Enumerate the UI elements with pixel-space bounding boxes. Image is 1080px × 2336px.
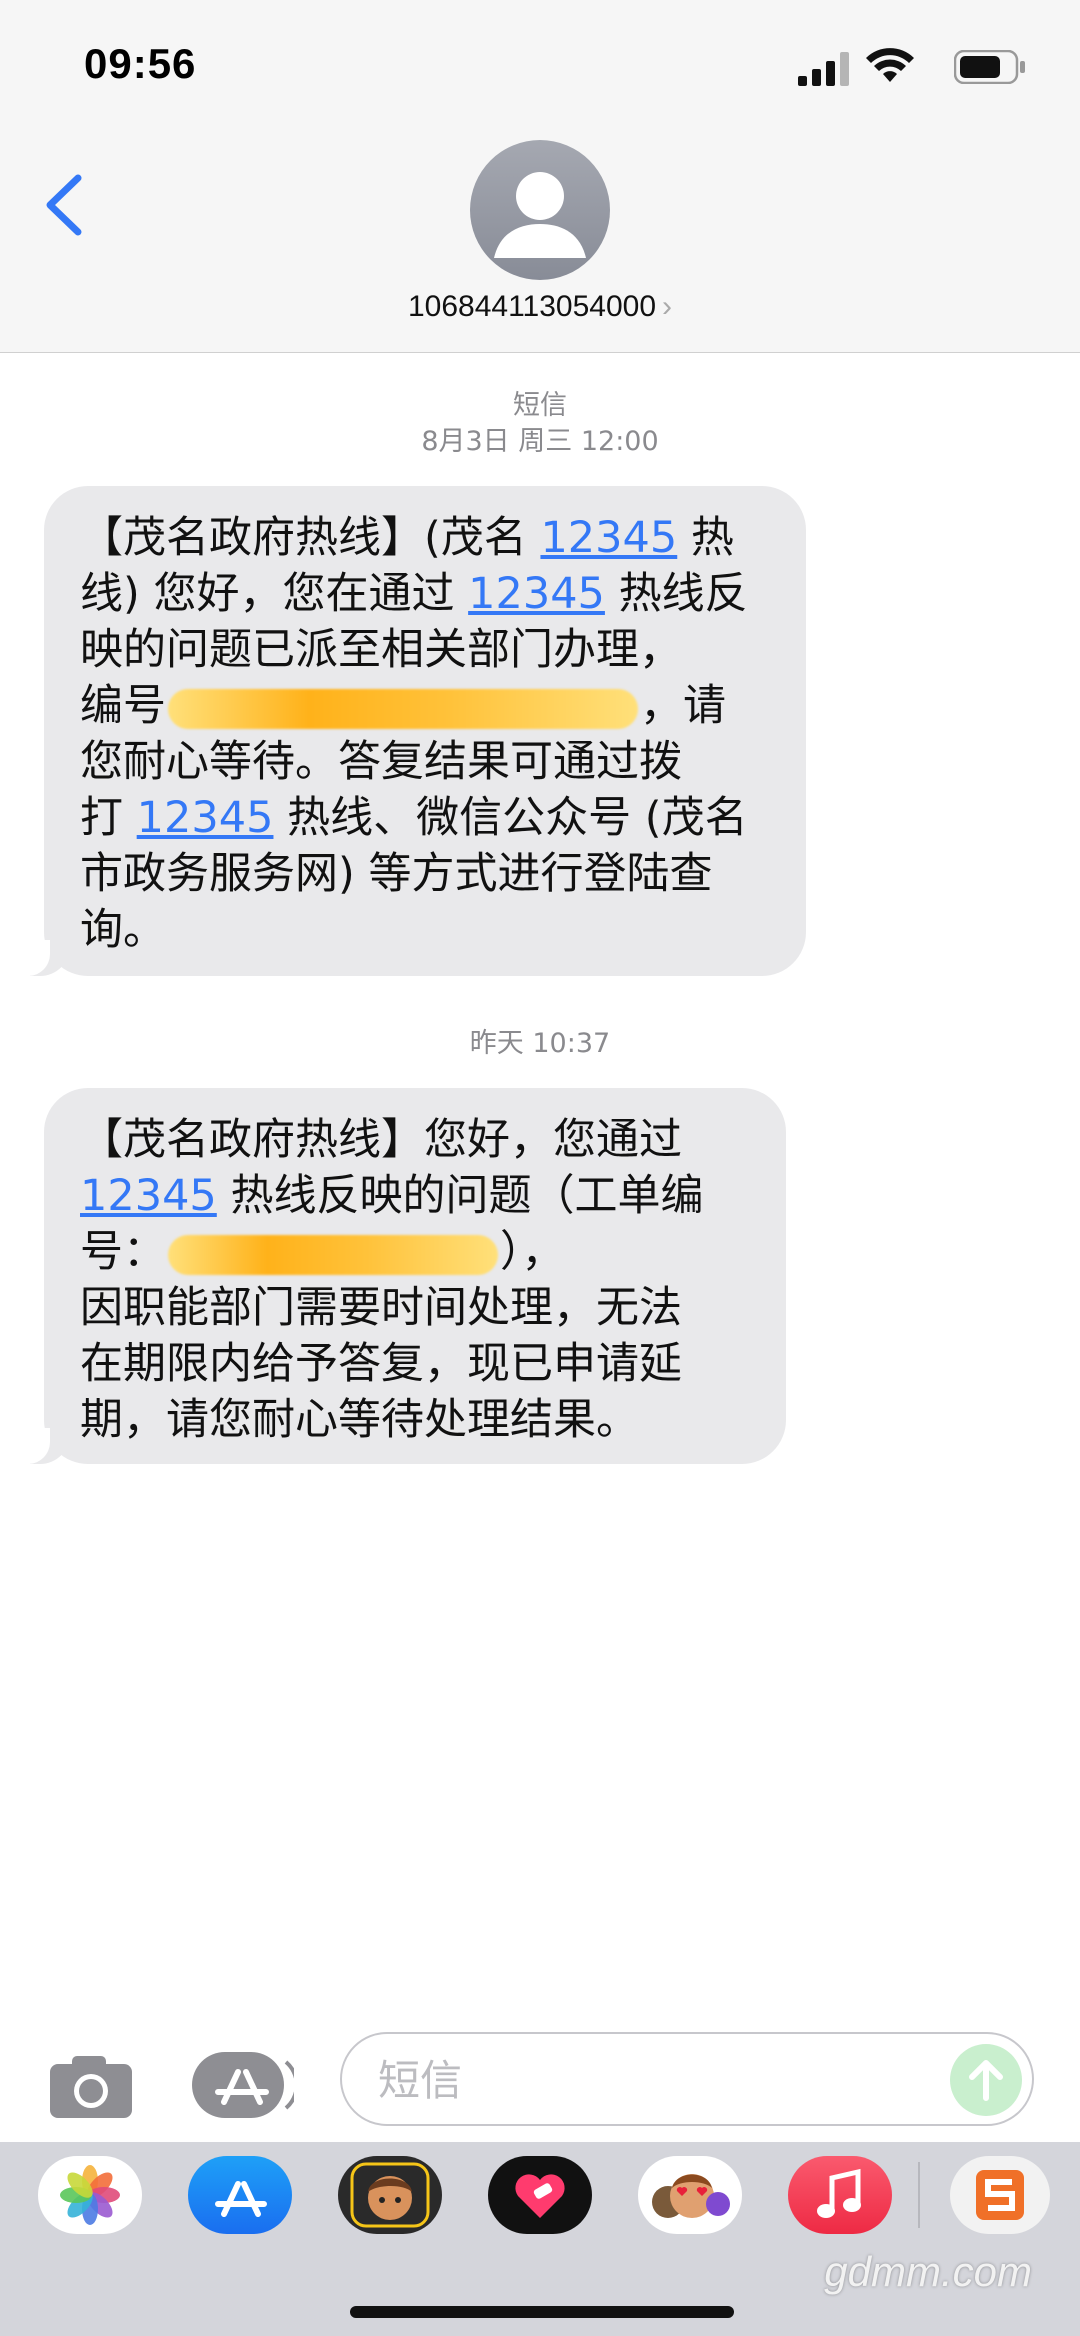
photos-app-icon[interactable]: [38, 2156, 142, 2234]
timestamp: 8月3日 周三 12:00: [421, 426, 659, 457]
redacted-number: [168, 688, 638, 729]
message-text: 在期限内给予答复，现已申请延: [80, 1339, 682, 1389]
message-line: 打 12345 热线、微信公众号 (茂名: [80, 790, 770, 846]
message-text: ），: [500, 1227, 565, 1277]
message-line: 询。: [80, 902, 770, 958]
message-text: ，请: [640, 681, 726, 731]
message-line: 【茂名政府热线】您好，您通过: [80, 1112, 750, 1168]
message-bubble[interactable]: 【茂名政府热线】(茂名 12345 热线) 您好，您在通过 12345 热线反映…: [24, 486, 806, 976]
message-line: 【茂名政府热线】(茂名 12345 热: [80, 510, 770, 566]
app-store-button-icon[interactable]: [190, 2050, 294, 2120]
message-text: 线) 您好，您在通过: [80, 569, 469, 619]
message-text: 热线、微信公众号 (茂名: [273, 793, 748, 843]
message-line: 市政务服务网) 等方式进行登陆查: [80, 846, 770, 902]
sogou-keyboard-icon[interactable]: [950, 2156, 1050, 2234]
message-line: 号： ），: [80, 1224, 750, 1280]
contact-chevron-icon[interactable]: ›: [662, 290, 672, 323]
memoji-stickers-icon[interactable]: [638, 2156, 742, 2234]
send-button[interactable]: [950, 2044, 1022, 2116]
camera-icon[interactable]: [48, 2054, 134, 2120]
message-text: 期，请您耐心等待处理结果。: [80, 1395, 639, 1445]
phone-number-link[interactable]: 12345: [540, 513, 677, 563]
message-text: 【茂名政府热线】(茂名: [80, 513, 541, 563]
phone-number-link[interactable]: 12345: [468, 569, 605, 619]
home-indicator[interactable]: [350, 2306, 734, 2318]
message-field[interactable]: [340, 2032, 1034, 2126]
status-icons: [786, 48, 1026, 88]
bubble-tail: [24, 940, 70, 976]
message-line: 12345 热线反映的问题（工单编: [80, 1168, 750, 1224]
contact-number[interactable]: 106844113054000: [408, 290, 656, 323]
timestamp: 昨天 10:37: [469, 1028, 611, 1059]
compose-bar: [0, 2020, 1080, 2140]
message-text: 编号: [80, 681, 166, 731]
message-text: 因职能部门需要时间处理，无法: [80, 1283, 682, 1333]
message-line: 因职能部门需要时间处理，无法: [80, 1280, 750, 1336]
message-text: 号：: [80, 1227, 166, 1277]
message-text: 映的问题已派至相关部门办理，: [80, 625, 682, 675]
app-store-icon[interactable]: [188, 2156, 292, 2234]
message-line: 线) 您好，您在通过 12345 热线反: [80, 566, 770, 622]
message-text: 热线反映的问题（工单编: [216, 1171, 704, 1221]
contact-avatar[interactable]: [470, 140, 610, 280]
message-line: 映的问题已派至相关部门办理，: [80, 622, 770, 678]
watermark: gdmm.com: [824, 2248, 1032, 2295]
message-line: 编号 ，请: [80, 678, 770, 734]
bubble-tail: [24, 1428, 70, 1464]
message-line: 期，请您耐心等待处理结果。: [80, 1392, 750, 1448]
message-line: 在期限内给予答复，现已申请延: [80, 1336, 750, 1392]
person-icon: [494, 172, 586, 258]
conversation-header: 09:56 106844113054000 ›: [0, 0, 1080, 353]
phone-number-link[interactable]: 12345: [80, 1171, 217, 1221]
redacted-number: [168, 1234, 498, 1275]
message-text: 打: [80, 793, 137, 843]
memoji-camera-icon[interactable]: [338, 2156, 442, 2234]
message-type-label: 短信: [513, 390, 567, 421]
status-time: 09:56: [84, 40, 197, 87]
message-text: 您耐心等待。答复结果可通过拨: [80, 737, 682, 787]
message-text: 热线反: [604, 569, 748, 619]
digital-touch-icon[interactable]: [488, 2156, 592, 2234]
battery-icon: [954, 50, 1025, 84]
cellular-signal-icon: [798, 52, 849, 86]
phone-number-link[interactable]: 12345: [137, 793, 274, 843]
drawer-divider: [918, 2162, 920, 2228]
message-input[interactable]: [376, 2050, 940, 2110]
message-text: 询。: [80, 905, 166, 955]
message-line: 您耐心等待。答复结果可通过拨: [80, 734, 770, 790]
arrow-up-icon: [969, 2060, 1003, 2101]
wifi-icon: [866, 48, 914, 82]
message-text: 市政务服务网) 等方式进行登陆查: [80, 849, 713, 899]
back-chevron-icon[interactable]: [40, 170, 90, 240]
contact-name[interactable]: 106844113054000 ›: [0, 290, 1080, 324]
message-text: 【茂名政府热线】您好，您通过: [80, 1115, 682, 1165]
message-bubble[interactable]: 【茂名政府热线】您好，您通过 12345 热线反映的问题（工单编 号：）， 因职能部门…: [24, 1088, 786, 1464]
music-icon[interactable]: [788, 2156, 892, 2234]
message-text: 热: [677, 513, 734, 563]
